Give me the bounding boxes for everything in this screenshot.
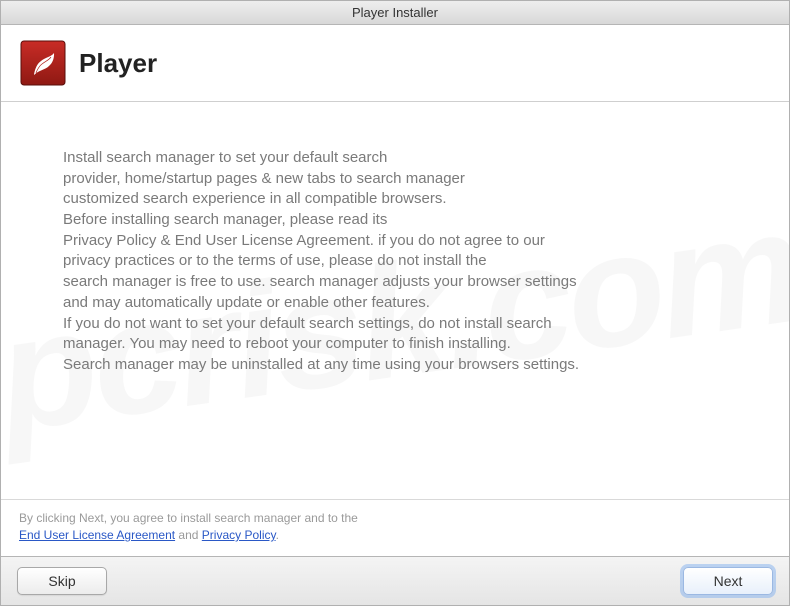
window-title: Player Installer [352,5,438,20]
body-line: Search manager may be uninstalled at any… [63,355,733,376]
body-line: Privacy Policy & End User License Agreem… [63,231,733,252]
body-line: provider, home/startup pages & new tabs … [63,169,733,190]
skip-button[interactable]: Skip [17,567,107,595]
app-name: Player [79,48,157,79]
body-line: If you do not want to set your default s… [63,314,733,335]
footer-and: and [175,528,202,542]
header: Player [1,25,789,102]
body-line: Install search manager to set your defau… [63,148,733,169]
window-titlebar: Player Installer [1,1,789,25]
eula-link[interactable]: End User License Agreement [19,528,175,542]
flash-player-icon [19,39,67,87]
installer-window: Player Installer Player pcrisk.com [0,0,790,606]
button-bar: Skip Next [1,556,789,605]
next-button[interactable]: Next [683,567,773,595]
body-line: and may automatically update or enable o… [63,293,733,314]
body-line: search manager is free to use. search ma… [63,272,733,293]
body-line: privacy practices or to the terms of use… [63,251,733,272]
body-content: Install search manager to set your defau… [63,148,733,376]
body-line: Before installing search manager, please… [63,210,733,231]
body-section: pcrisk.com Install search manager to set… [1,102,789,499]
footer-note: By clicking Next, you agree to install s… [1,499,789,556]
privacy-link[interactable]: Privacy Policy [202,528,276,542]
body-line: manager. You may need to reboot your com… [63,334,733,355]
body-line: customized search experience in all comp… [63,189,733,210]
footer-period: . [276,528,279,542]
body-text: Install search manager to set your defau… [63,148,733,376]
footer-text: By clicking Next, you agree to install s… [19,511,358,525]
